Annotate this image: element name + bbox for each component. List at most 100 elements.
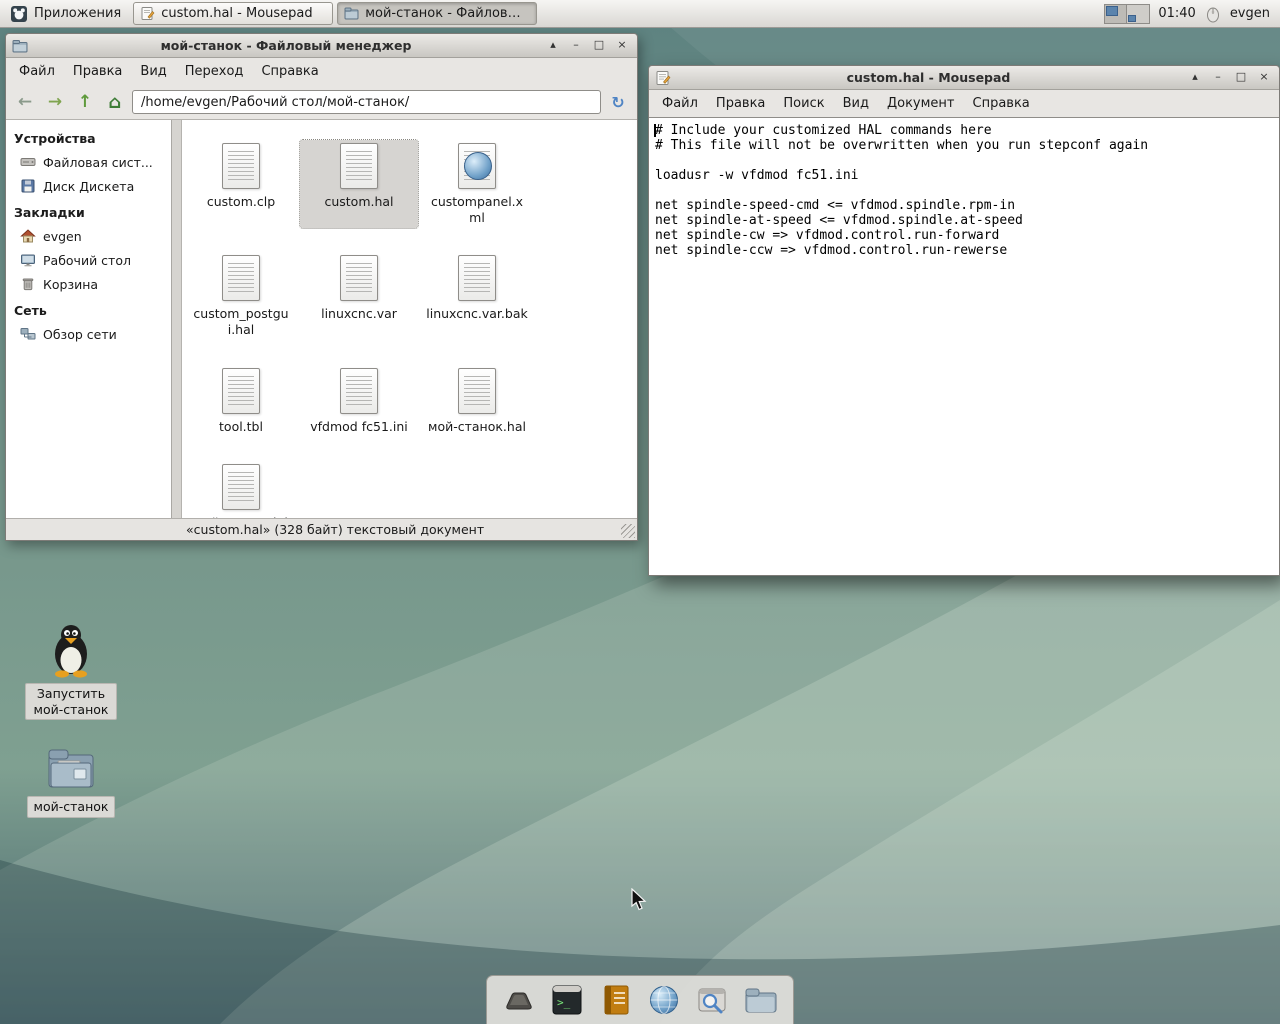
sidebar-header-devices: Устройства: [14, 131, 96, 146]
dock-show-desktop-button[interactable]: [499, 980, 539, 1020]
home-button[interactable]: ⌂: [102, 89, 128, 115]
desktop-icon-label: мой-станок: [26, 796, 116, 818]
sidebar-item-label: Рабочий стол: [43, 252, 131, 268]
editor-maximize-button[interactable]: □: [1232, 69, 1250, 86]
file-item-custom-hal[interactable]: custom.hal: [299, 138, 419, 230]
fm-menu-edit[interactable]: Правка: [64, 60, 131, 83]
editor-close-button[interactable]: ×: [1255, 69, 1273, 86]
app-finder-icon: [698, 988, 726, 1014]
taskbar-button-mousepad[interactable]: custom.hal - Mousepad: [133, 2, 334, 25]
workspace-1[interactable]: [1105, 4, 1128, 23]
path-bar[interactable]: /home/evgen/Рабочий стол/мой-станок/: [132, 90, 601, 114]
editor-menu-search[interactable]: Поиск: [774, 92, 833, 115]
file-name: custom.hal: [324, 194, 394, 209]
file-name: linuxcnc.var.bak: [426, 306, 528, 322]
fm-minimize-button[interactable]: –: [567, 37, 585, 54]
editor-content[interactable]: # Include your customized HAL commands h…: [649, 118, 1279, 258]
dock-file-manager-button[interactable]: [741, 980, 781, 1020]
taskbar-button-label: custom.hal - Mousepad: [161, 6, 313, 21]
fm-menu-file[interactable]: Файл: [10, 60, 64, 83]
fm-statusbar: «custom.hal» (328 байт) текстовый докуме…: [6, 518, 637, 540]
editor-minimize-button[interactable]: –: [1209, 69, 1227, 86]
home-icon: [20, 229, 36, 243]
mouse-indicator-icon[interactable]: [1204, 5, 1222, 23]
up-button[interactable]: ↑: [72, 89, 98, 115]
editor-menu-view[interactable]: Вид: [834, 92, 878, 115]
desktop: Приложения custom.hal - Mousepad мой-ста…: [0, 0, 1280, 1024]
file-item-linuxcnc-var[interactable]: linuxcnc.var: [300, 252, 418, 340]
editor-menu-file[interactable]: Файл: [653, 92, 707, 115]
sidebar-item-desktop[interactable]: Рабочий стол: [6, 248, 171, 272]
sidebar-item-home[interactable]: evgen: [6, 224, 171, 248]
file-item-tool-tbl[interactable]: tool.tbl: [182, 365, 300, 438]
dock-terminal-button[interactable]: >_: [547, 980, 587, 1020]
desktop-icon-launch-moy-stanok[interactable]: Запустить мой-станок: [23, 622, 119, 721]
mousepad-icon: [141, 7, 155, 20]
fm-sidebar: Устройства Файловая сист... Диск Дискета…: [6, 120, 172, 518]
workspace-2[interactable]: [1127, 4, 1150, 23]
sidebar-item-filesystem[interactable]: Файловая сист...: [6, 150, 171, 174]
reload-button[interactable]: ↻: [605, 89, 631, 115]
sidebar-item-trash[interactable]: Корзина: [6, 272, 171, 296]
sidebar-item-label: Диск Дискета: [43, 178, 135, 194]
editor-menubar: Файл Правка Поиск Вид Документ Справка: [649, 90, 1279, 117]
xfce-menu-icon: [11, 5, 27, 22]
file-item-custom-clp[interactable]: custom.clp: [182, 140, 300, 228]
dock-web-browser-button[interactable]: [644, 980, 684, 1020]
file-name: vfdmod fc51.ini: [310, 418, 408, 434]
editor-menu-document[interactable]: Документ: [878, 92, 964, 115]
floppy-icon: [21, 179, 35, 193]
sidebar-item-label: Файловая сист...: [43, 154, 153, 170]
fm-maximize-button[interactable]: □: [590, 37, 608, 54]
fm-menu-help[interactable]: Справка: [252, 60, 327, 83]
file-item-custom-postgui-hal[interactable]: custom_postgui.hal: [182, 252, 300, 340]
applications-menu-button[interactable]: Приложения: [6, 2, 129, 26]
forward-button[interactable]: →: [42, 89, 68, 115]
file-item-moy-stanok-ini[interactable]: мой-станок.ini: [182, 461, 300, 518]
file-name: tool.tbl: [219, 418, 263, 434]
text-file-icon: [222, 464, 260, 511]
file-name: мой-станок.hal: [428, 418, 526, 434]
applications-label: Приложения: [34, 6, 122, 21]
fm-menu-view[interactable]: Вид: [131, 60, 175, 83]
fm-close-button[interactable]: ×: [613, 37, 631, 54]
text-file-icon: [340, 143, 378, 189]
desktop-icon-moy-stanok-folder[interactable]: мой-станок: [23, 745, 119, 818]
dock-app-finder-button[interactable]: [692, 980, 732, 1020]
editor-shade-button[interactable]: ▴: [1186, 69, 1204, 86]
file-name: linuxcnc.var: [321, 306, 397, 322]
file-grid: custom.clp custom.hal custompanel.xml cu…: [182, 120, 637, 518]
sidebar-header-network: Сеть: [14, 303, 47, 318]
dock: >_: [486, 975, 794, 1024]
fm-titlebar[interactable]: мой-станок - Файловый менеджер ▴ – □ ×: [6, 34, 637, 58]
back-button[interactable]: ←: [12, 89, 38, 115]
file-item-custompanel-xml[interactable]: custompanel.xml: [418, 140, 536, 228]
text-file-icon: [222, 143, 260, 189]
editor-menu-edit[interactable]: Правка: [707, 92, 774, 115]
dock-text-editor-button[interactable]: [596, 980, 636, 1020]
globe-icon: [464, 152, 492, 180]
file-item-linuxcnc-var-bak[interactable]: linuxcnc.var.bak: [418, 252, 536, 340]
fm-window-title: мой-станок - Файловый менеджер: [160, 38, 412, 53]
sidebar-item-floppy[interactable]: Диск Дискета: [6, 174, 171, 198]
resize-grip[interactable]: [621, 524, 635, 538]
clock: 01:40: [1158, 6, 1196, 21]
text-file-icon: [222, 255, 260, 302]
workspace-switcher[interactable]: [1104, 3, 1151, 24]
text-file-icon: [458, 367, 496, 414]
fm-menu-go[interactable]: Переход: [176, 60, 253, 83]
file-item-vfdmod-fc51-ini[interactable]: vfdmod fc51.ini: [300, 365, 418, 438]
editor-titlebar[interactable]: custom.hal - Mousepad ▴ – □ ×: [649, 66, 1279, 90]
network-icon: [20, 328, 36, 340]
mousepad-window: custom.hal - Mousepad ▴ – □ × Файл Правк…: [648, 65, 1280, 576]
fm-shade-button[interactable]: ▴: [544, 37, 562, 54]
editor-window-title: custom.hal - Mousepad: [846, 70, 1011, 85]
file-item-moy-stanok-hal[interactable]: мой-станок.hal: [418, 365, 536, 438]
editor-menu-help[interactable]: Справка: [964, 92, 1039, 115]
sidebar-item-network-browse[interactable]: Обзор сети: [6, 322, 171, 346]
taskbar-button-file-manager[interactable]: мой-станок - Файловы...: [337, 2, 538, 25]
editor-text-area[interactable]: # Include your customized HAL commands h…: [649, 117, 1279, 575]
sidebar-splitter[interactable]: [172, 120, 182, 518]
mouse-cursor: [631, 888, 647, 911]
file-manager-icon: [344, 7, 359, 20]
